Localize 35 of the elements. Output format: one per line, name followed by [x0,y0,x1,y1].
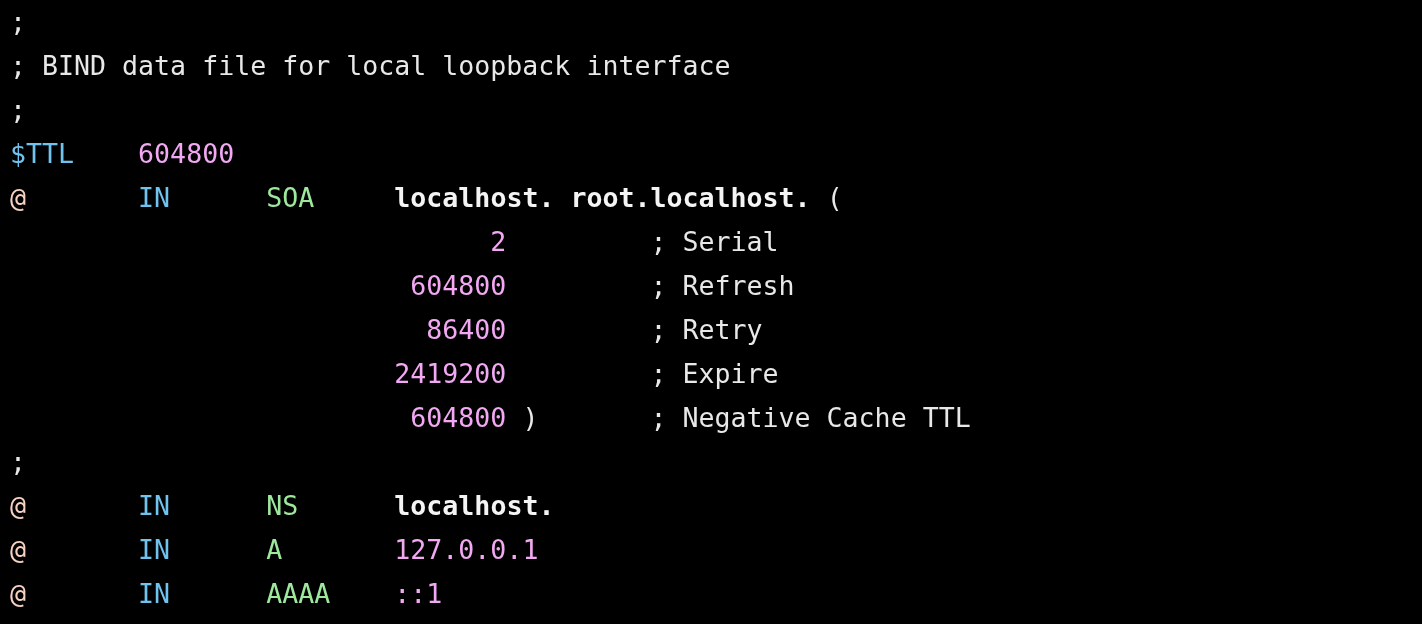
variable-name: $TTL [10,138,75,169]
paren: ) [522,402,539,433]
record-type: AAAA [266,578,331,609]
number-literal: 127.0.0.1 [394,534,539,565]
number-literal: 604800 [410,270,507,301]
class-keyword: IN [138,182,171,213]
class-keyword: IN [138,578,171,609]
comment-text: ; Serial [650,226,779,257]
paren: ( [826,182,843,213]
domain-name: localhost. [394,182,555,213]
comment-text: ; Expire [650,358,779,389]
comment-text: ; [10,94,26,125]
class-keyword: IN [138,534,171,565]
record-type: NS [266,490,299,521]
origin-symbol: @ [10,182,26,213]
number-literal: ::1 [394,578,443,609]
record-type: A [266,534,283,565]
number-literal: 2 [490,226,507,257]
domain-name: root.localhost. [570,182,811,213]
origin-symbol: @ [10,578,26,609]
record-type: SOA [266,182,315,213]
comment-text: ; BIND data file for local loopback interface [10,50,731,81]
class-keyword: IN [138,490,171,521]
number-literal: 2419200 [394,358,507,389]
number-literal: 86400 [426,314,507,345]
number-literal: 604800 [410,402,507,433]
comment-text: ; Refresh [650,270,795,301]
origin-symbol: @ [10,534,26,565]
comment-text: ; [10,446,26,477]
comment-text: ; [10,6,26,37]
comment-text: ; Negative Cache TTL [650,402,971,433]
domain-name: localhost. [394,490,555,521]
origin-symbol: @ [10,490,26,521]
comment-text: ; Retry [650,314,763,345]
number-literal: 604800 [138,138,235,169]
